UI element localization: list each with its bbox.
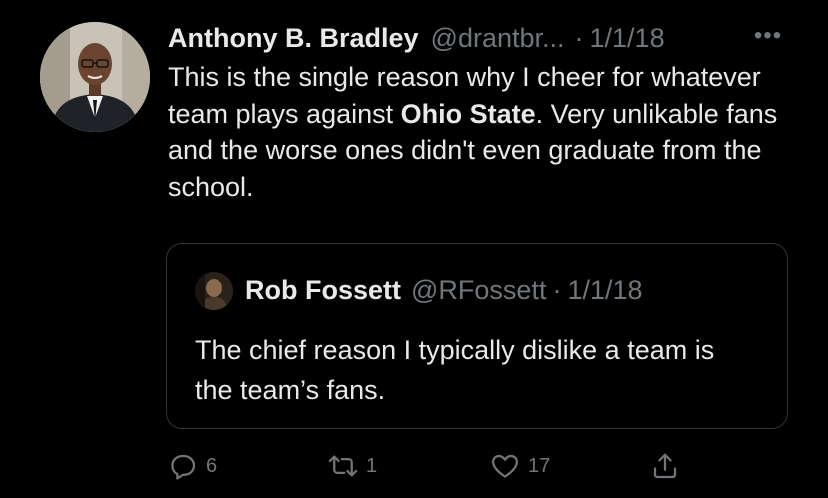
tweet-text-bold: Ohio State	[400, 98, 536, 129]
retweet-count: 1	[366, 454, 378, 477]
quote-text: The chief reason I typically dislike a t…	[195, 335, 715, 405]
tweet[interactable]: Anthony B. Bradley @drantbr... · 1/1/18 …	[0, 0, 828, 498]
action-bar: 6 1 17	[168, 446, 728, 486]
separator-dot: ·	[574, 23, 584, 53]
tweet-header: Anthony B. Bradley @drantbr... · 1/1/18	[168, 20, 665, 56]
tweet-text: This is the single reason why I cheer fo…	[168, 59, 798, 205]
tweet-date[interactable]: 1/1/18	[590, 20, 665, 56]
quote-author-name[interactable]: Rob Fossett	[245, 272, 401, 308]
author-avatar[interactable]	[40, 22, 150, 132]
quote-date[interactable]: 1/1/18	[567, 272, 642, 308]
quote-separator-dot: ·	[552, 275, 562, 305]
quote-author-handle[interactable]: @RFossett	[411, 272, 546, 308]
heart-icon	[492, 454, 518, 478]
reply-button[interactable]: 6	[168, 446, 217, 486]
retweet-button[interactable]: 1	[328, 446, 377, 486]
quote-header: Rob Fossett @RFossett · 1/1/18	[245, 272, 643, 308]
more-dots-icon[interactable]: •••	[748, 18, 788, 54]
like-count: 17	[528, 454, 551, 477]
retweet-icon	[328, 455, 358, 477]
reply-icon	[171, 454, 196, 480]
author-name[interactable]: Anthony B. Bradley	[168, 20, 419, 56]
author-handle[interactable]: @drantbr...	[431, 20, 565, 56]
share-icon	[653, 453, 677, 479]
reply-count: 6	[206, 454, 218, 477]
user-avatar-icon	[40, 22, 150, 132]
quoted-tweet[interactable]: Rob Fossett @RFossett · 1/1/18 The chief…	[166, 243, 788, 429]
like-button[interactable]: 17	[490, 446, 550, 486]
quote-author-avatar[interactable]	[195, 272, 233, 310]
share-button[interactable]	[650, 446, 680, 486]
user-avatar-icon	[195, 272, 233, 310]
